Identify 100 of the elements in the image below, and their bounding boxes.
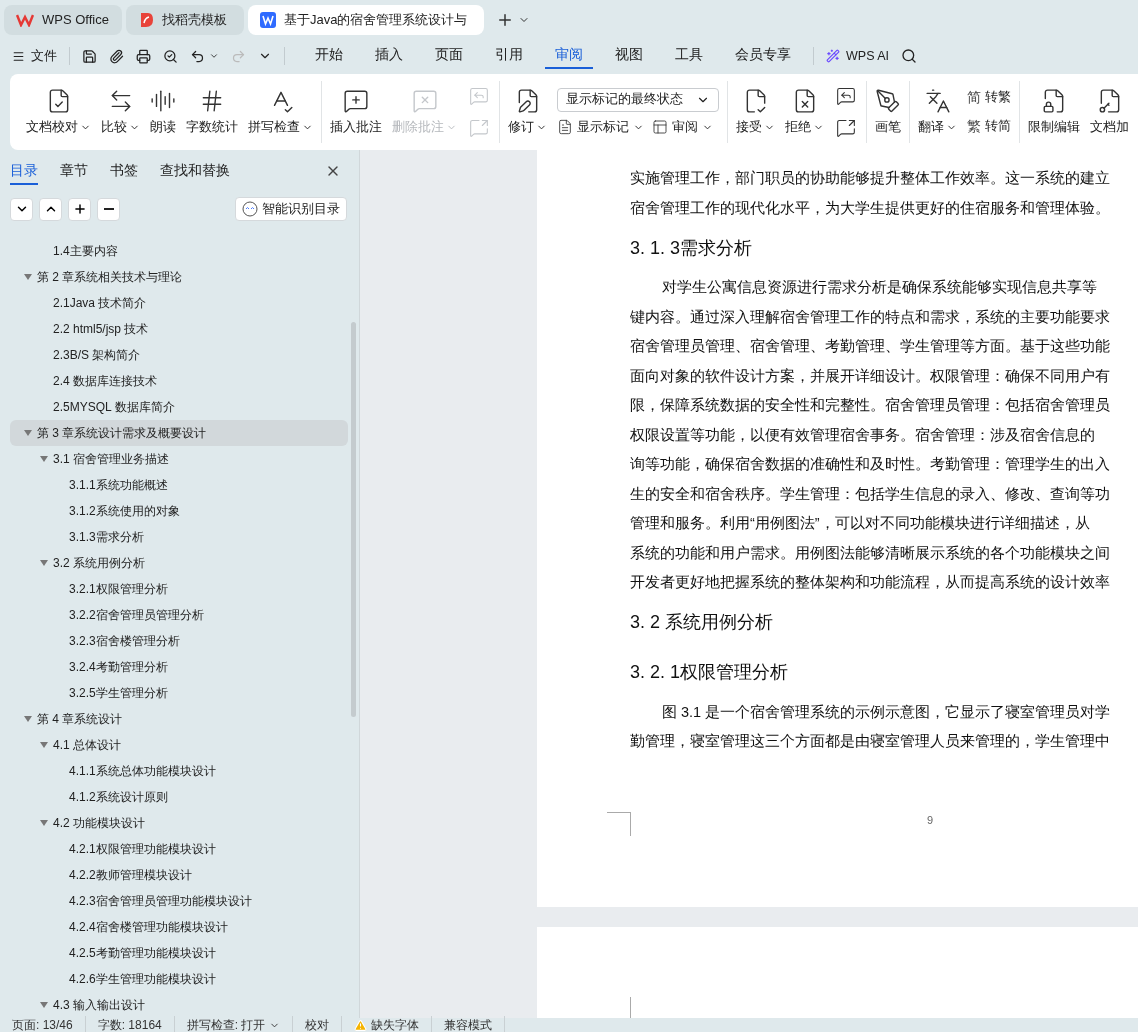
section-heading: 3. 2. 1权限管理分析 bbox=[630, 661, 790, 684]
toc-item[interactable]: 1.4主要内容 bbox=[10, 238, 348, 264]
toc-item[interactable]: 2.4 数据库连接技术 bbox=[10, 368, 348, 394]
expanded-triangle-icon[interactable] bbox=[24, 715, 32, 723]
ai-button[interactable]: WPS AI bbox=[826, 46, 890, 66]
file-menu-button[interactable]: 文件 bbox=[12, 46, 57, 66]
toc-item[interactable]: 3.2.5学生管理分析 bbox=[10, 680, 348, 706]
expanded-triangle-icon[interactable] bbox=[40, 1001, 48, 1009]
toc-item[interactable]: 2.3B/S 架构简介 bbox=[10, 342, 348, 368]
paragraph-line: 对学生公寓信息资源进行需求分析是确保系统能够实现信息共享等 bbox=[661, 278, 1098, 297]
smart-toc-button[interactable]: 智能识别目录 bbox=[235, 197, 347, 222]
nav-tab[interactable]: 章节 bbox=[60, 157, 88, 186]
ribbon-button[interactable]: 字数统计 bbox=[182, 83, 242, 141]
toc-item[interactable]: 第 2 章系统相关技术与理论 bbox=[10, 264, 348, 290]
ribbon-button[interactable]: 拒绝 bbox=[781, 83, 828, 141]
ribbon-small-button[interactable]: 繁 转简 bbox=[967, 116, 1011, 137]
page-corner-mark bbox=[607, 812, 631, 836]
ribbon-button[interactable]: 插入批注 bbox=[326, 83, 386, 141]
warning-icon bbox=[354, 1018, 368, 1032]
menu-tab[interactable]: 插入 bbox=[365, 43, 413, 69]
expanded-triangle-icon[interactable] bbox=[40, 741, 48, 749]
toc-item[interactable]: 第 3 章系统设计需求及概要设计 bbox=[10, 420, 348, 446]
expand-button[interactable] bbox=[68, 197, 91, 221]
toc-item[interactable]: 4.2.3宿舍管理员管理功能模块设计 bbox=[10, 888, 348, 914]
expanded-triangle-icon[interactable] bbox=[40, 455, 48, 463]
toc-item[interactable]: 3.2.1权限管理分析 bbox=[10, 576, 348, 602]
markup-select[interactable]: 显示标记的最终状态 bbox=[557, 87, 719, 112]
nav-tab[interactable]: 目录 bbox=[10, 157, 38, 186]
toc-item[interactable]: 第 4 章系统设计 bbox=[10, 706, 348, 732]
ribbon-small-button[interactable]: 审阅 bbox=[652, 117, 713, 137]
toc-item[interactable]: 3.2.3宿舍楼管理分析 bbox=[10, 628, 348, 654]
print-preview-icon[interactable] bbox=[163, 48, 178, 64]
toc-item[interactable]: 2.2 html5/jsp 技术 bbox=[10, 316, 348, 342]
expanded-triangle-icon[interactable] bbox=[24, 429, 32, 437]
toc-item[interactable]: 3.1.3需求分析 bbox=[10, 524, 348, 550]
collapse-all-button[interactable] bbox=[10, 197, 33, 221]
ribbon-button[interactable]: 画笔 bbox=[871, 83, 905, 141]
nav-tab[interactable]: 查找和替换 bbox=[160, 157, 230, 186]
ribbon-button[interactable]: 修订 bbox=[504, 83, 551, 141]
select-value: 显示标记的最终状态 bbox=[566, 91, 683, 109]
print-icon[interactable] bbox=[136, 48, 151, 64]
toc-item[interactable]: 4.2.5考勤管理功能模块设计 bbox=[10, 940, 348, 966]
expanded-triangle-icon[interactable] bbox=[40, 819, 48, 827]
w-logo-icon bbox=[16, 13, 34, 27]
toc-item[interactable]: 4.1.2系统设计原则 bbox=[10, 784, 348, 810]
toc-item[interactable]: 3.1.2系统使用的对象 bbox=[10, 498, 348, 524]
chinese-convert-icon: 繁 bbox=[967, 116, 981, 137]
window-tab[interactable]: 找稻壳模板 bbox=[126, 5, 244, 35]
paragraph-line: 宿舍管理工作的现代化水平，为大学生提供更好的住宿服务和管理体验。 bbox=[630, 198, 1111, 218]
toc-item[interactable]: 4.3 输入输出设计 bbox=[10, 992, 348, 1018]
menu-tab[interactable]: 工具 bbox=[665, 43, 713, 69]
toc-item[interactable]: 4.1 总体设计 bbox=[10, 732, 348, 758]
ribbon-small-button[interactable]: 简 转繁 bbox=[967, 87, 1011, 108]
spellcheck-status-button[interactable]: 拼写检查: 打开 bbox=[174, 1016, 294, 1032]
clip-icon[interactable] bbox=[109, 48, 124, 64]
menu-tab[interactable]: 引用 bbox=[485, 43, 533, 69]
menu-tab[interactable]: 开始 bbox=[305, 43, 353, 69]
scrollbar-thumb[interactable] bbox=[351, 322, 356, 717]
menu-tab[interactable]: 审阅 bbox=[545, 43, 593, 69]
toc-item[interactable]: 3.1.1系统功能概述 bbox=[10, 472, 348, 498]
new-tab-icon[interactable] bbox=[496, 11, 514, 29]
ribbon-button[interactable]: 拼写检查 bbox=[244, 83, 317, 141]
toc-item[interactable]: 3.2.4考勤管理分析 bbox=[10, 654, 348, 680]
leaf-logo-icon bbox=[138, 12, 154, 28]
ribbon-button[interactable]: 接受 bbox=[732, 83, 779, 141]
window-tab[interactable]: 基于Java的宿舍管理系统设计与 bbox=[248, 5, 484, 35]
menu-tab[interactable]: 会员专享 bbox=[725, 43, 801, 69]
ribbon-button[interactable]: 限制编辑 bbox=[1024, 83, 1084, 141]
toc-item[interactable]: 3.2 系统用例分析 bbox=[10, 550, 348, 576]
toc-item[interactable]: 3.1 宿舍管理业务描述 bbox=[10, 446, 348, 472]
toc-item[interactable]: 4.2.6学生管理功能模块设计 bbox=[10, 966, 348, 992]
menu-tab[interactable]: 视图 bbox=[605, 43, 653, 69]
ribbon-small-button[interactable]: 显示标记 bbox=[557, 117, 644, 137]
toc-item[interactable]: 3.2.2宿舍管理员管理分析 bbox=[10, 602, 348, 628]
section-heading: 3. 1. 3需求分析 bbox=[630, 236, 754, 260]
toc-item[interactable]: 2.5MYSQL 数据库简介 bbox=[10, 394, 348, 420]
toc-item[interactable]: 4.2.2教师管理模块设计 bbox=[10, 862, 348, 888]
toc-item[interactable]: 4.1.1系统总体功能模块设计 bbox=[10, 758, 348, 784]
expand-up-button[interactable] bbox=[39, 197, 62, 221]
paragraph-line: 实施管理工作，部门职员的协助能够提升整体工作效率。这一系统的建立 bbox=[630, 169, 1111, 188]
expanded-triangle-icon[interactable] bbox=[24, 273, 32, 281]
toc-item[interactable]: 4.2.1权限管理功能模块设计 bbox=[10, 836, 348, 862]
ribbon-button[interactable]: 文档校对 bbox=[22, 83, 95, 141]
window-tab[interactable]: WPS Office bbox=[4, 5, 122, 35]
toc-item[interactable]: 4.2.4宿舍楼管理功能模块设计 bbox=[10, 914, 348, 940]
missing-font-button[interactable]: 缺失字体 bbox=[342, 1016, 433, 1032]
ribbon-button[interactable]: 文档加 bbox=[1086, 83, 1133, 141]
search-icon[interactable] bbox=[901, 48, 918, 64]
menu-tab[interactable]: 页面 bbox=[425, 43, 473, 69]
expanded-triangle-icon[interactable] bbox=[40, 559, 48, 567]
toc-item[interactable]: 2.1Java 技术简介 bbox=[10, 290, 348, 316]
ribbon-button[interactable]: 比较 bbox=[97, 83, 144, 141]
save-icon[interactable] bbox=[82, 48, 97, 64]
toc-item[interactable]: 4.2 功能模块设计 bbox=[10, 810, 348, 836]
undo-icon[interactable] bbox=[190, 48, 205, 64]
translate-icon bbox=[924, 87, 951, 114]
nav-tab[interactable]: 书签 bbox=[110, 157, 138, 186]
ribbon-button[interactable]: 翻译 bbox=[914, 83, 961, 141]
ribbon-button[interactable]: 朗读 bbox=[146, 83, 180, 141]
collapse-button[interactable] bbox=[97, 197, 120, 221]
